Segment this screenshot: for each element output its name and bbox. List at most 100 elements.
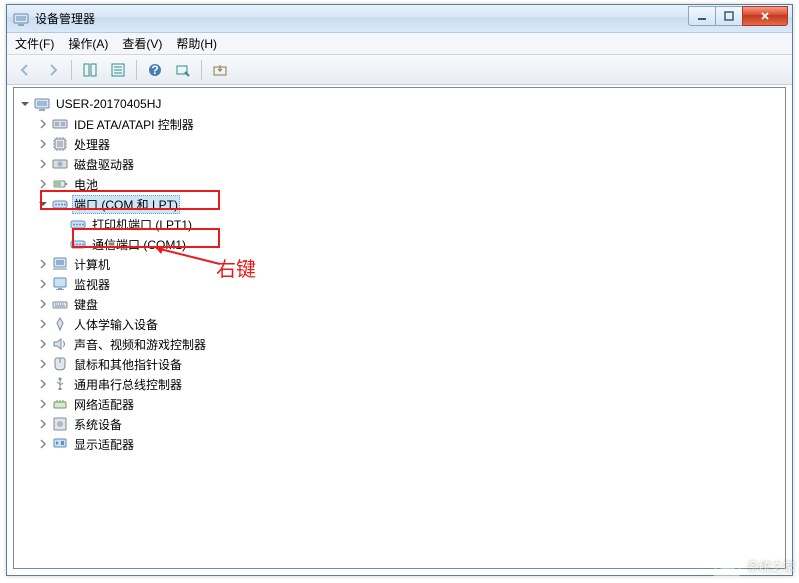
back-button[interactable] [13, 58, 37, 82]
tree-item[interactable]: 鼠标和其他指针设备 [18, 354, 785, 374]
tree-item-label: 处理器 [72, 135, 112, 154]
tree-item-label: 监视器 [72, 275, 112, 294]
tree-item[interactable]: USER-20170405HJ [18, 94, 785, 114]
tree-item[interactable]: 监视器 [18, 274, 785, 294]
tree-content[interactable]: USER-20170405HJ IDE ATA/ATAPI 控制器处理器磁盘驱动器… [13, 87, 786, 569]
menu-action[interactable]: 操作(A) [68, 35, 108, 52]
tree-item-label: 端口 (COM 和 LPT) [72, 195, 180, 214]
tree-item[interactable]: 通用串行总线控制器 [18, 374, 785, 394]
tree-item[interactable]: 计算机 [18, 254, 785, 274]
device-icon [34, 96, 50, 112]
tree-item-label: 人体学输入设备 [72, 315, 160, 334]
watermark: 系统之家 [715, 555, 795, 577]
device-icon [52, 276, 68, 292]
device-manager-window: 设备管理器 文件(F) 操作(A) 查看(V) 帮助(H) ? USER-201… [6, 4, 793, 576]
tree-item-label: 通信端口 (COM1) [90, 235, 188, 254]
tree-item-label: 网络适配器 [72, 395, 136, 414]
watermark-text: 系统之家 [747, 558, 795, 575]
expand-icon[interactable] [36, 397, 50, 411]
tree-item-label: USER-20170405HJ [54, 96, 163, 112]
tree-item[interactable]: 通信端口 (COM1) [18, 234, 785, 254]
toolbar-sep [71, 60, 72, 80]
properties-button[interactable] [106, 58, 130, 82]
tree-item-label: 声音、视频和游戏控制器 [72, 335, 208, 354]
device-icon [52, 296, 68, 312]
expand-icon[interactable] [36, 177, 50, 191]
tree-item-label: 显示适配器 [72, 435, 136, 454]
expand-icon[interactable] [36, 437, 50, 451]
device-icon [70, 236, 86, 252]
device-icon [52, 316, 68, 332]
tree-item-label: 电池 [72, 175, 100, 194]
tree-item-label: 通用串行总线控制器 [72, 375, 184, 394]
tree-item[interactable]: 网络适配器 [18, 394, 785, 414]
tree-item[interactable]: 系统设备 [18, 414, 785, 434]
expand-icon[interactable] [36, 297, 50, 311]
tree-item[interactable]: 处理器 [18, 134, 785, 154]
minimize-button[interactable] [688, 6, 716, 26]
show-hide-tree-button[interactable] [78, 58, 102, 82]
tree-item[interactable]: 打印机端口 (LPT1) [18, 214, 785, 234]
forward-button[interactable] [41, 58, 65, 82]
tree-item[interactable]: 人体学输入设备 [18, 314, 785, 334]
tree-item-label: IDE ATA/ATAPI 控制器 [72, 115, 196, 134]
update-driver-button[interactable] [208, 58, 232, 82]
tree-item[interactable]: 声音、视频和游戏控制器 [18, 334, 785, 354]
expand-icon[interactable] [36, 357, 50, 371]
expand-icon[interactable] [36, 257, 50, 271]
toolbar: ? [7, 55, 792, 85]
toolbar-sep [136, 60, 137, 80]
expand-icon[interactable] [36, 137, 50, 151]
menu-file[interactable]: 文件(F) [15, 35, 54, 52]
tree-item[interactable]: 端口 (COM 和 LPT) [18, 194, 785, 214]
device-icon [52, 416, 68, 432]
annotation-text: 右键 [216, 253, 256, 282]
device-icon [52, 176, 68, 192]
device-icon [52, 376, 68, 392]
tree-item-label: 键盘 [72, 295, 100, 314]
tree-item[interactable]: IDE ATA/ATAPI 控制器 [18, 114, 785, 134]
expand-icon[interactable] [36, 117, 50, 131]
tree-spacer [54, 217, 68, 231]
tree-item[interactable]: 电池 [18, 174, 785, 194]
device-icon [52, 396, 68, 412]
device-icon [70, 216, 86, 232]
tree-item[interactable]: 键盘 [18, 294, 785, 314]
expand-icon[interactable] [36, 417, 50, 431]
device-icon [52, 196, 68, 212]
tree-spacer [54, 237, 68, 251]
tree-item[interactable]: 磁盘驱动器 [18, 154, 785, 174]
collapse-icon[interactable] [18, 97, 32, 111]
help-button[interactable]: ? [143, 58, 167, 82]
device-icon [52, 356, 68, 372]
toolbar-sep [201, 60, 202, 80]
expand-icon[interactable] [36, 317, 50, 331]
expand-icon[interactable] [36, 277, 50, 291]
expand-icon[interactable] [36, 377, 50, 391]
tree-item-label: 打印机端口 (LPT1) [90, 215, 194, 234]
svg-text:?: ? [151, 63, 158, 77]
device-icon [52, 136, 68, 152]
tree-item-label: 计算机 [72, 255, 112, 274]
menubar: 文件(F) 操作(A) 查看(V) 帮助(H) [7, 33, 792, 55]
device-icon [52, 336, 68, 352]
device-icon [52, 116, 68, 132]
titlebar[interactable]: 设备管理器 [7, 5, 792, 33]
watermark-logo-icon [713, 555, 742, 577]
window-title: 设备管理器 [35, 10, 689, 27]
maximize-button[interactable] [715, 6, 743, 26]
menu-help[interactable]: 帮助(H) [176, 35, 217, 52]
tree-item-label: 磁盘驱动器 [72, 155, 136, 174]
menu-view[interactable]: 查看(V) [122, 35, 162, 52]
tree-item[interactable]: 显示适配器 [18, 434, 785, 454]
device-icon [52, 436, 68, 452]
app-icon [13, 11, 29, 27]
scan-hardware-button[interactable] [171, 58, 195, 82]
expand-icon[interactable] [36, 157, 50, 171]
device-icon [52, 156, 68, 172]
close-button[interactable] [742, 6, 788, 26]
device-icon [52, 256, 68, 272]
expand-icon[interactable] [36, 337, 50, 351]
tree-item-label: 系统设备 [72, 415, 124, 434]
collapse-icon[interactable] [36, 197, 50, 211]
